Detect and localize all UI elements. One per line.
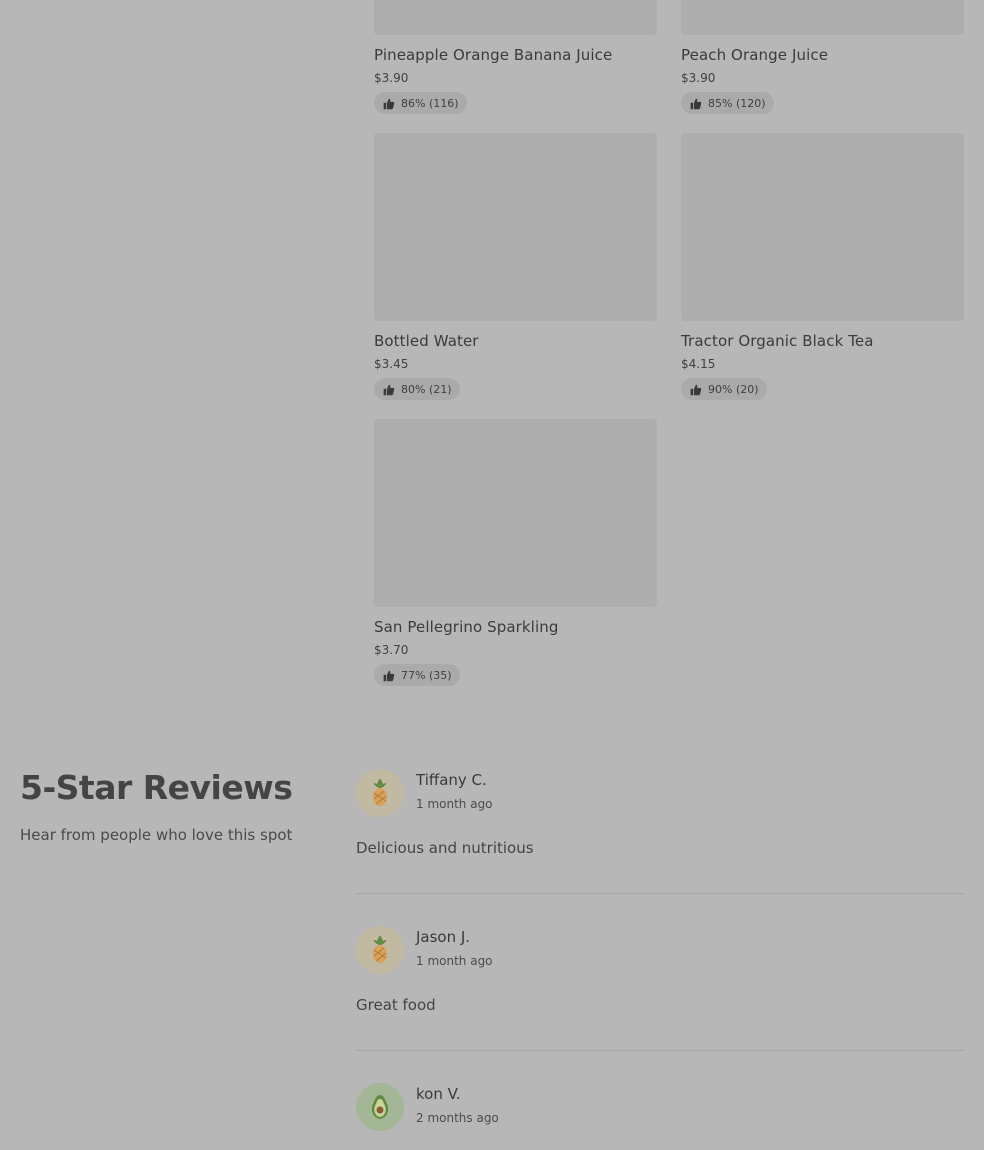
rating-badge: 90% (20) <box>681 378 767 400</box>
product-card[interactable]: Peach Orange Juice $3.90 85% (120) <box>681 0 965 114</box>
reviews-title: 5-Star Reviews <box>20 768 293 807</box>
product-image <box>374 419 657 607</box>
product-price: $3.45 <box>374 357 409 371</box>
avatar <box>356 926 404 974</box>
thumbs-up-icon <box>383 98 395 109</box>
product-image <box>681 133 964 321</box>
rating-text: 85% (120) <box>708 96 766 110</box>
product-price: $3.70 <box>374 643 409 657</box>
rating-text: 77% (35) <box>401 668 452 682</box>
rating-badge: 77% (35) <box>374 664 460 686</box>
reviewer-name: kon V. <box>416 1085 461 1103</box>
rating-text: 90% (20) <box>708 382 759 396</box>
product-card[interactable]: Bottled Water $3.45 80% (21) <box>374 133 658 400</box>
divider <box>356 1050 964 1051</box>
product-name: Tractor Organic Black Tea <box>681 332 874 350</box>
thumbs-up-icon <box>383 670 395 681</box>
reviews-subtitle: Hear from people who love this spot <box>20 826 293 844</box>
review-item: Jason J. 1 month ago Great food <box>356 926 964 1026</box>
rating-badge: 86% (116) <box>374 92 467 114</box>
product-name: Bottled Water <box>374 332 479 350</box>
divider <box>356 893 964 894</box>
review-time: 1 month ago <box>416 954 493 968</box>
avatar <box>356 1083 404 1131</box>
review-text: Delicious and nutritious <box>356 839 534 857</box>
avatar <box>356 769 404 817</box>
product-price: $3.90 <box>681 71 716 85</box>
product-image <box>681 0 964 35</box>
rating-badge: 80% (21) <box>374 378 460 400</box>
product-price: $4.15 <box>681 357 716 371</box>
reviewer-name: Jason J. <box>416 928 471 946</box>
rating-text: 80% (21) <box>401 382 452 396</box>
product-name: San Pellegrino Sparkling <box>374 618 559 636</box>
thumbs-up-icon <box>690 384 702 395</box>
review-item: Tiffany C. 1 month ago Delicious and nut… <box>356 769 964 869</box>
thumbs-up-icon <box>690 98 702 109</box>
product-price: $3.90 <box>374 71 409 85</box>
rating-text: 86% (116) <box>401 96 459 110</box>
reviewer-name: Tiffany C. <box>416 771 487 789</box>
product-card[interactable]: San Pellegrino Sparkling $3.70 77% (35) <box>374 419 658 686</box>
avocado-icon <box>371 1095 389 1119</box>
product-card[interactable]: Tractor Organic Black Tea $4.15 90% (20) <box>681 133 965 400</box>
pineapple-icon <box>373 936 387 963</box>
product-image <box>374 0 657 35</box>
product-card[interactable]: Pineapple Orange Banana Juice $3.90 86% … <box>374 0 658 114</box>
product-name: Peach Orange Juice <box>681 46 829 64</box>
review-time: 2 months ago <box>416 1111 499 1125</box>
product-name: Pineapple Orange Banana Juice <box>374 46 613 64</box>
thumbs-up-icon <box>383 384 395 395</box>
rating-badge: 85% (120) <box>681 92 774 114</box>
pineapple-icon <box>373 779 387 806</box>
review-text: Great food <box>356 996 436 1014</box>
review-time: 1 month ago <box>416 797 493 811</box>
product-image <box>374 133 657 321</box>
review-item: kon V. 2 months ago <box>356 1083 964 1150</box>
